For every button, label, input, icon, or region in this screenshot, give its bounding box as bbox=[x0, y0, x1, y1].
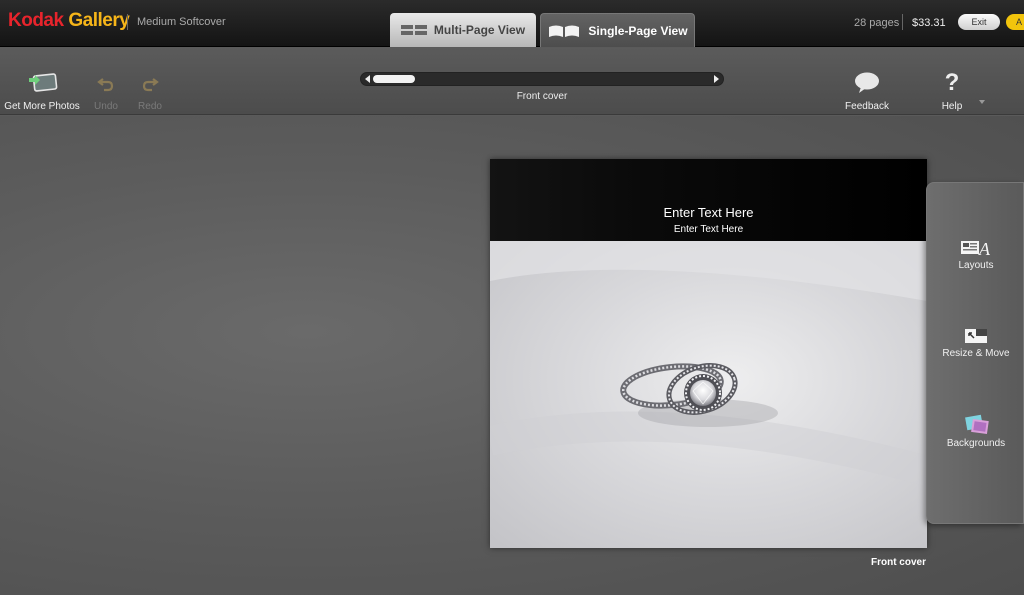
redo-icon bbox=[142, 78, 159, 92]
top-header: Kodak Gallery Medium Softcover Multi-Pag… bbox=[0, 0, 1024, 47]
cover-title-textbox[interactable]: Enter Text Here bbox=[490, 205, 927, 220]
redo-button[interactable]: Redo bbox=[134, 48, 166, 115]
backgrounds-icon bbox=[965, 414, 989, 435]
layouts-label: Layouts bbox=[958, 260, 994, 271]
product-name: Medium Softcover bbox=[137, 16, 226, 28]
layouts-icon: A bbox=[961, 239, 991, 258]
page-caption: Front cover bbox=[870, 557, 926, 568]
add-photo-icon bbox=[29, 73, 58, 92]
feedback-label: Feedback bbox=[845, 101, 889, 112]
tab-single-page-label: Single-Page View bbox=[588, 23, 688, 38]
tab-multi-page-label: Multi-Page View bbox=[433, 23, 526, 37]
page-scroller[interactable] bbox=[360, 72, 724, 86]
feedback-button[interactable]: Feedback bbox=[840, 48, 894, 115]
speech-bubble-icon bbox=[855, 72, 879, 93]
cover-photo[interactable] bbox=[490, 241, 927, 548]
backgrounds-label: Backgrounds bbox=[946, 438, 1006, 449]
design-tools-panel: A Layouts Resize & Move Backgrounds bbox=[926, 182, 1024, 524]
diamond-ring-photo bbox=[490, 241, 927, 486]
tab-multi-page-view[interactable]: Multi-Page View bbox=[390, 13, 536, 47]
front-cover-page[interactable]: Enter Text Here Enter Text Here bbox=[490, 159, 927, 548]
add-to-cart-button[interactable]: A bbox=[1006, 14, 1024, 30]
exit-button[interactable]: Exit bbox=[958, 14, 1000, 30]
get-more-photos-label: Get More Photos bbox=[4, 101, 80, 112]
price-divider bbox=[902, 14, 903, 30]
redo-label: Redo bbox=[138, 101, 162, 112]
brand-gallery: Gallery bbox=[68, 10, 130, 31]
layouts-button[interactable]: A Layouts bbox=[927, 238, 1024, 271]
cover-title-band[interactable]: Enter Text Here Enter Text Here bbox=[490, 159, 927, 241]
open-book-icon bbox=[549, 25, 580, 37]
grid-icon bbox=[400, 25, 427, 35]
undo-button[interactable]: Undo bbox=[90, 48, 122, 115]
price-total: $33.31 bbox=[912, 17, 946, 29]
page-count: 28 pages bbox=[854, 17, 900, 29]
undo-label: Undo bbox=[94, 101, 118, 112]
backgrounds-button[interactable]: Backgrounds bbox=[927, 414, 1024, 449]
scroll-right-arrow-icon[interactable] bbox=[714, 75, 719, 83]
kodak-gallery-logo[interactable]: Kodak Gallery bbox=[8, 10, 130, 32]
help-button[interactable]: ? Help bbox=[932, 48, 972, 115]
svg-text:A: A bbox=[978, 239, 991, 258]
brand-divider bbox=[127, 14, 128, 30]
brand-kodak: Kodak bbox=[8, 10, 64, 31]
tab-single-page-view[interactable]: Single-Page View bbox=[540, 13, 695, 47]
page-scroller-thumb[interactable] bbox=[373, 75, 415, 83]
resize-move-icon bbox=[965, 329, 987, 343]
cover-subtitle-textbox[interactable]: Enter Text Here bbox=[490, 224, 927, 235]
scroll-left-arrow-icon[interactable] bbox=[365, 75, 370, 83]
resize-move-button[interactable]: Resize & Move bbox=[927, 326, 1024, 359]
undo-icon bbox=[97, 78, 114, 92]
current-page-label: Front cover bbox=[516, 91, 568, 102]
question-mark-icon: ? bbox=[944, 69, 960, 96]
help-dropdown-arrow-icon[interactable] bbox=[979, 100, 985, 104]
resize-move-label: Resize & Move bbox=[942, 348, 1010, 359]
get-more-photos-button[interactable]: Get More Photos bbox=[3, 48, 81, 115]
help-label: Help bbox=[941, 101, 963, 112]
